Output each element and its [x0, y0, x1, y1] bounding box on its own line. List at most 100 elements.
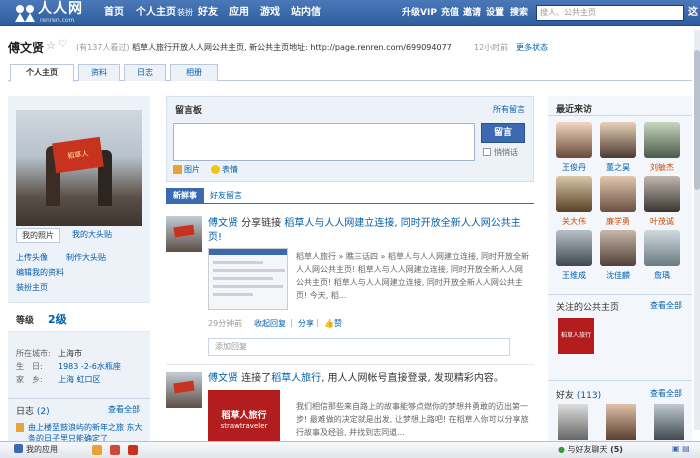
visitor-avatar[interactable] [644, 176, 680, 212]
avatar-banner: 稻草人 [52, 136, 104, 174]
visitor-name[interactable]: 叶茂诚 [642, 216, 682, 227]
friend-avatar[interactable] [606, 404, 636, 440]
level-value[interactable]: 2级 [48, 311, 67, 327]
tab-info[interactable]: 资料 [78, 64, 120, 81]
blog-item-title[interactable]: 由上楼至鼓浪屿的新年之旅 东大条的日子里只能确定了 [28, 422, 146, 442]
message-input[interactable] [173, 123, 475, 161]
my-headshots-tab[interactable]: 我的大头贴 [64, 228, 120, 243]
search-input[interactable]: 搜人、公共主页 [536, 5, 684, 21]
edit-profile-link[interactable]: 编辑我的资料 [16, 267, 64, 278]
followed-page-logo[interactable]: 稻草人旅行 [558, 318, 594, 354]
nav-dressup[interactable]: 装扮 [177, 0, 193, 26]
renren-logo[interactable]: 人人网 renren.com [14, 2, 90, 24]
tab-news-feed[interactable]: 新鲜事 [166, 188, 204, 203]
send-message-button[interactable]: 留言 [481, 123, 525, 143]
collapse-replies-link[interactable]: 收起回复 [254, 318, 286, 329]
make-headshot-link[interactable]: 制作大头贴 [66, 252, 106, 263]
feed-headline: 傅文贤 分享链接 稻草人与人人网建立连接, 同时开放全新人人网公共主页! [208, 217, 528, 245]
visitor-card[interactable]: 廉学勇 [598, 176, 638, 227]
shared-link-thumbnail[interactable] [208, 248, 288, 310]
info-hometown-value[interactable]: 上海 虹口区 [58, 374, 101, 385]
info-birthday-value[interactable]: 1983 -2-6水瓶座 [58, 361, 121, 372]
visitor-name[interactable]: 王维成 [554, 270, 594, 281]
blog-view-all-link[interactable]: 查看全部 [108, 404, 140, 415]
nav-recharge[interactable]: 充值 [441, 0, 459, 26]
visitor-name[interactable]: 刘敏杰 [642, 162, 682, 173]
visitor-avatar[interactable] [644, 230, 680, 266]
window-icon[interactable]: ▣ ▤ [672, 444, 690, 453]
scrollbar-thumb[interactable] [694, 50, 700, 190]
like-button[interactable]: 👍赞 [324, 318, 342, 329]
visitor-name[interactable]: 詹瑀 [642, 270, 682, 281]
visitor-avatar[interactable] [600, 230, 636, 266]
tab-album[interactable]: 相册 [170, 64, 218, 81]
visitor-card[interactable]: 沈佳麟 [598, 230, 638, 281]
visitor-name[interactable]: 沈佳麟 [598, 270, 638, 281]
feed-avatar[interactable] [166, 372, 202, 408]
feed-author-link[interactable]: 傅文贤 [208, 218, 238, 229]
feed-avatar[interactable] [166, 216, 202, 252]
friends-view-all-link[interactable]: 查看全部 [650, 388, 682, 399]
visitor-name[interactable]: 王俊丹 [554, 162, 594, 173]
visitor-card[interactable]: 关大伟 [554, 176, 594, 227]
nav-games[interactable]: 游戏 [260, 0, 280, 26]
visitor-card[interactable]: 詹瑀 [642, 230, 682, 281]
visitor-avatar[interactable] [600, 176, 636, 212]
whisper-checkbox-box[interactable] [483, 148, 491, 156]
app-shortcut-icon[interactable] [128, 445, 138, 455]
visitor-avatar[interactable] [556, 230, 592, 266]
visitor-avatar[interactable] [644, 122, 680, 158]
upload-avatar-link[interactable]: 上传头像 [16, 252, 48, 263]
friend-avatar[interactable] [654, 404, 684, 440]
visitor-avatar[interactable] [556, 176, 592, 212]
visitor-name[interactable]: 董之昊 [598, 162, 638, 173]
visitor-name[interactable]: 廉学勇 [598, 216, 638, 227]
tab-profile[interactable]: 个人主页 [10, 64, 74, 82]
visitor-card[interactable]: 叶茂诚 [642, 176, 682, 227]
nav-home[interactable]: 首页 [104, 0, 124, 26]
info-hometown-label: 家 乡: [16, 375, 43, 384]
page-scrollbar[interactable] [694, 30, 700, 430]
visitor-avatar[interactable] [556, 122, 592, 158]
whisper-checkbox[interactable]: 悄悄话 [483, 147, 518, 158]
dress-up-link[interactable]: 装扮主页 [16, 282, 48, 293]
visitor-card[interactable]: 王俊丹 [554, 122, 594, 173]
reply-input[interactable]: 添加回复 [208, 338, 510, 356]
app-shortcut-icon[interactable] [92, 445, 102, 455]
tab-friend-messages[interactable]: 好友留言 [210, 188, 242, 203]
straw-traveler-logo[interactable]: 稻草人旅行 strawtraveler [208, 390, 280, 446]
friends-count[interactable]: (113) [577, 391, 601, 401]
nav-messages[interactable]: 站内信 [291, 0, 321, 26]
more-status-link[interactable]: 更多状态 [516, 42, 548, 53]
chat-button[interactable]: ● 与好友聊天 (5) [558, 444, 623, 456]
all-messages-link[interactable]: 所有留言 [493, 104, 525, 115]
nav-friends[interactable]: 好友 [198, 0, 218, 26]
search-button[interactable]: 这 [688, 4, 698, 22]
heart-icon[interactable]: ♡ [58, 39, 67, 50]
my-photos-tab[interactable]: 我的照片 [16, 228, 60, 243]
thumbnail-line [213, 269, 285, 272]
visitor-card[interactable]: 董之昊 [598, 122, 638, 173]
nav-apps[interactable]: 应用 [229, 0, 249, 26]
visitor-avatar[interactable] [600, 122, 636, 158]
nav-search[interactable]: 搜索 [510, 0, 528, 26]
my-apps-button[interactable]: 我的应用 [14, 444, 58, 456]
visitor-name[interactable]: 关大伟 [554, 216, 594, 227]
star-icon[interactable]: ☆ [46, 39, 56, 52]
profile-avatar[interactable]: 稻草人 [16, 110, 142, 226]
app-shortcut-icon[interactable] [110, 445, 120, 455]
emoji-tool[interactable]: 表情 [211, 164, 238, 175]
pages-view-all-link[interactable]: 查看全部 [650, 300, 682, 311]
friend-avatar[interactable] [558, 404, 588, 440]
image-tool[interactable]: 图片 [173, 164, 200, 175]
visitor-card[interactable]: 刘敏杰 [642, 122, 682, 173]
connected-app-link[interactable]: 稻草人旅行 [271, 373, 321, 384]
tab-blog[interactable]: 日志 [124, 64, 166, 81]
visitor-card[interactable]: 王维成 [554, 230, 594, 281]
nav-invite[interactable]: 邀请 [463, 0, 481, 26]
share-link[interactable]: 分享 [298, 318, 314, 329]
nav-settings[interactable]: 设置 [486, 0, 504, 26]
feed-author-link[interactable]: 傅文贤 [208, 373, 238, 384]
nav-profile[interactable]: 个人主页 [136, 0, 176, 26]
nav-upgrade-vip[interactable]: 升级VIP [402, 0, 437, 26]
